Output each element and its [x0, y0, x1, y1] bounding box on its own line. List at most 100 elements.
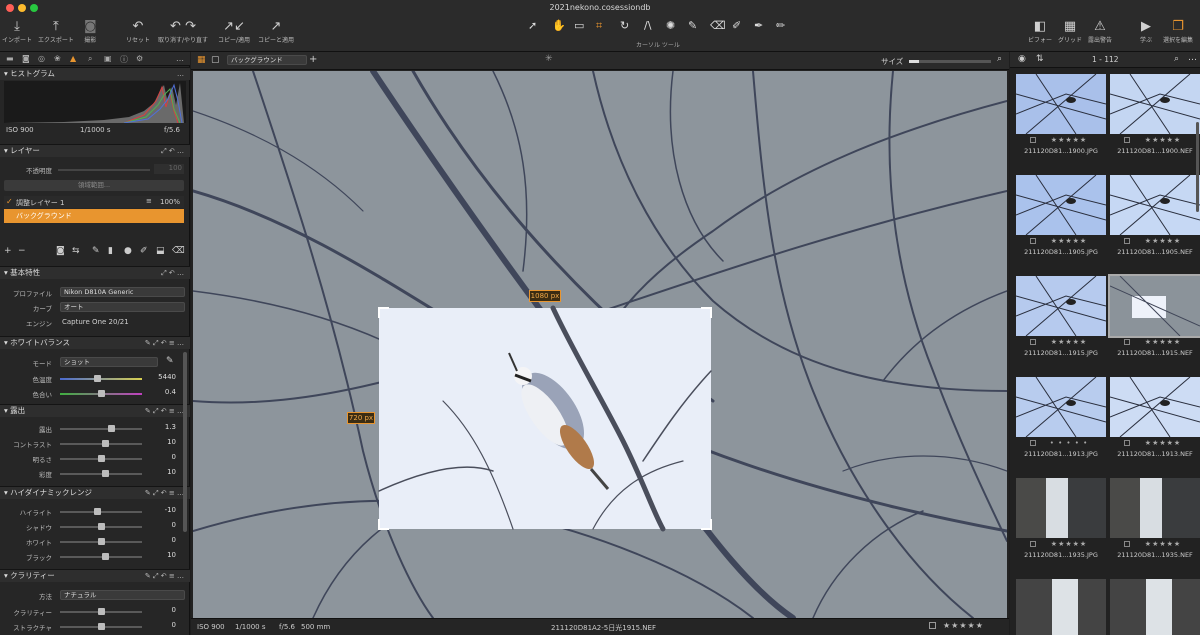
adjustments-tab-icon[interactable]: ▣ [104, 54, 112, 63]
base-characteristics-header[interactable]: ▾ 基本特性 ⤢ ↶ … [0, 266, 190, 279]
slider-value[interactable]: -10 [148, 506, 176, 514]
slider-knob[interactable] [107, 425, 115, 432]
erase-icon[interactable]: ⌫ [172, 246, 185, 256]
layers-tool-icons[interactable]: ⤢ ↶ … [161, 145, 184, 157]
loupe-tool-icon[interactable]: ▭ [574, 19, 584, 32]
thumbnail-item[interactable]: ★★★★★ 211120D81...1905.JPG [1016, 175, 1106, 271]
learn-button[interactable]: ▶ 学ぶ [1140, 19, 1152, 44]
color-tab-icon[interactable]: ❀ [54, 54, 61, 63]
clarity-method-select[interactable]: ナチュラル [60, 590, 185, 600]
reset-button[interactable]: ↶ リセット [126, 19, 150, 44]
thumbnail-image[interactable] [1110, 175, 1200, 235]
thumbnail-image[interactable] [1110, 74, 1200, 134]
single-view-icon[interactable]: ▢ [211, 55, 220, 65]
thumbnail-image[interactable] [1108, 274, 1200, 338]
slider-value[interactable]: 10 [148, 438, 176, 446]
slider-track[interactable] [60, 523, 142, 530]
thumbnail-item[interactable]: ★★★★★ 211120D81...1900.JPG [1016, 74, 1106, 170]
copy-and-apply-button[interactable]: ↗ コピーと適用 [258, 19, 294, 44]
tool-panel-scrollbar[interactable] [183, 352, 187, 532]
eraser-tool-icon[interactable]: ⌫ [710, 19, 726, 32]
swap-icon[interactable]: ⇆ [72, 246, 80, 256]
slider-value[interactable]: 1.3 [148, 423, 176, 431]
refine-mask-button[interactable]: 領域範囲... [4, 180, 184, 191]
crop-tool-icon[interactable]: ⌗ [596, 19, 602, 33]
thumbnail-rating[interactable]: ★★★★★ [1118, 540, 1200, 548]
thumbnail-rating[interactable]: • • • • • [1024, 439, 1114, 447]
section-tool-icons[interactable]: ⤢ ↶ … [161, 267, 184, 279]
slider-track[interactable] [60, 553, 142, 560]
section-tool-icons[interactable]: ✎ ⤢ ↶ ≡ … [145, 570, 184, 582]
undo-redo-button[interactable]: ↶ ↷ 取り消す/やり直す [158, 19, 208, 44]
slider-value[interactable]: 0 [148, 453, 176, 461]
thumbnail-item[interactable]: ★★★★★ 211120D81...1915.NEF [1108, 274, 1200, 372]
thumbnail-image[interactable] [1016, 175, 1106, 235]
draw-icon[interactable]: ✐ [140, 246, 148, 256]
thumbnail-image[interactable] [1110, 478, 1200, 538]
slider-value[interactable]: 5440 [148, 373, 176, 381]
copy-apply-button[interactable]: ↗↙ コピー/適用 [218, 19, 250, 44]
export-button[interactable]: ⤒ エクスポート [38, 19, 74, 44]
add-layer-icon[interactable]: + [4, 246, 12, 256]
slider-value[interactable]: 0 [148, 536, 176, 544]
spot-tool-icon[interactable]: ✺ [666, 19, 675, 32]
thumbnail-rating[interactable]: ★★★★★ [1024, 338, 1114, 346]
draw-mask-icon[interactable]: ✐ [732, 19, 741, 32]
status-rating-stars[interactable]: ★★★★★ [943, 621, 984, 630]
before-button[interactable]: ◧ ビフォー [1028, 19, 1052, 44]
slider-value[interactable]: 0 [148, 521, 176, 529]
browser-more-icon[interactable]: … [1188, 53, 1197, 63]
pan-tool-icon[interactable]: ✋ [552, 19, 566, 32]
thumbnail-rating[interactable]: ★★★★★ [1118, 439, 1200, 447]
more-tabs-icon[interactable]: … [176, 54, 184, 63]
library-tab-icon[interactable]: ▬ [6, 54, 14, 63]
slider-knob[interactable] [102, 470, 110, 477]
slider-knob[interactable] [102, 553, 110, 560]
white-balance-header[interactable]: ▾ ホワイトバランス ✎ ⤢ ↶ ≡ … [0, 336, 190, 349]
keystone-tool-icon[interactable]: /\ [644, 19, 651, 32]
brush-mask-icon[interactable]: ✎ [92, 246, 100, 256]
metadata-tab-icon[interactable]: ⓘ [120, 54, 128, 65]
rotate-tool-icon[interactable]: ↻ [620, 19, 629, 32]
thumbnail-rating[interactable]: ★★★★★ [1024, 540, 1114, 548]
layer-check-icon[interactable]: ✓ [6, 197, 13, 206]
brush-tool-icon[interactable]: ✎ [688, 19, 697, 32]
wb-mode-select[interactable]: ショット [60, 357, 158, 367]
thumbnail-image[interactable] [1016, 377, 1106, 437]
capture-button[interactable]: ◙ 撮影 [84, 19, 97, 44]
thumbnail-image[interactable] [1016, 74, 1106, 134]
thumbnail-rating[interactable]: ★★★★★ [1118, 338, 1200, 346]
slider-knob[interactable] [98, 390, 105, 397]
slider-track[interactable] [60, 470, 142, 477]
edit-selection-button[interactable]: ❐ 選択を編集 [1163, 19, 1193, 44]
layers-header[interactable]: ▾ レイヤー ⤢ ↶ … [0, 144, 190, 157]
capture-tab-icon[interactable]: ◙ [22, 54, 30, 63]
slider-value[interactable]: 0.4 [148, 388, 176, 396]
thumbnail-item[interactable]: ★★★★★ 211120D81...1905.NEF [1110, 175, 1200, 271]
thumbnail-rating[interactable]: ★★★★★ [1024, 136, 1114, 144]
slider-knob[interactable] [102, 440, 110, 447]
slider-track[interactable] [60, 390, 142, 397]
details-tab-icon[interactable]: ⌕ [88, 54, 92, 64]
mask-icon[interactable]: ◙ [56, 246, 65, 256]
slider-track[interactable] [60, 508, 142, 515]
exposure-warning-button[interactable]: ⚠ 露出警告 [1088, 19, 1112, 44]
layer-select[interactable]: バックグラウンド [227, 55, 307, 65]
thumbnail-rating[interactable]: ★★★★★ [1118, 237, 1200, 245]
slider-track[interactable] [60, 608, 142, 615]
lens-tab-icon[interactable]: ◎ [38, 54, 45, 63]
clarity-header[interactable]: ▾ クラリティー ✎ ⤢ ↶ ≡ … [0, 569, 190, 582]
exposure-header[interactable]: ▾ 露出 ✎ ⤢ ↶ ≡ … [0, 404, 190, 417]
wb-picker-icon[interactable]: ✎ [166, 356, 174, 366]
slider-knob[interactable] [98, 608, 105, 615]
thumbnail-image[interactable] [1016, 276, 1106, 336]
slider-knob[interactable] [98, 455, 105, 462]
thumbnail-image[interactable] [1110, 579, 1200, 635]
thumbnail-image[interactable] [1016, 579, 1106, 635]
section-tool-icons[interactable]: ✎ ⤢ ↶ ≡ … [145, 405, 184, 417]
output-tab-icon[interactable]: ⚙ [136, 54, 143, 63]
slider-track[interactable] [60, 623, 142, 630]
opacity-value[interactable]: 100 [154, 164, 184, 174]
thumbnail-rating[interactable]: ★★★★★ [1024, 237, 1114, 245]
thumbnail-image[interactable] [1016, 478, 1106, 538]
